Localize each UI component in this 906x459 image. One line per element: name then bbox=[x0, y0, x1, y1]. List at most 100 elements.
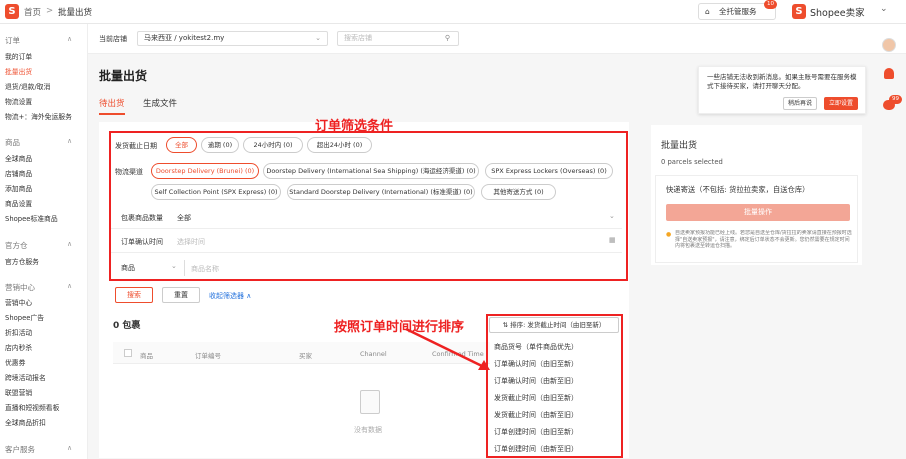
sidebar-item-add-product[interactable]: 添加商品 bbox=[5, 183, 32, 193]
deadline-all-pill[interactable]: 全部 bbox=[166, 137, 197, 153]
later-button[interactable]: 稍后再说 bbox=[783, 97, 817, 110]
bulk-ship-panel: 批量出货 0 parcels selected 快递寄送（不包括: 货拉拉卖家，… bbox=[651, 125, 862, 265]
setup-now-button[interactable]: 立即设置 bbox=[824, 97, 858, 110]
sidebar-item-marketing-center[interactable]: 营销中心 bbox=[5, 297, 32, 307]
shopee-seller-logo-icon: S bbox=[792, 4, 806, 19]
sort-option-confirm-new-old[interactable]: 订单确认时间（由新至旧） bbox=[494, 376, 578, 386]
select-all-checkbox[interactable] bbox=[124, 349, 132, 357]
store-bar: 当前店铺 马来西亚 / yokitest2.my ⌄ 搜索店铺 ⚲ bbox=[88, 24, 906, 54]
empty-state-text: 没有数据 bbox=[354, 426, 382, 434]
express-box: 快递寄送（不包括: 货拉拉卖家，自送仓库） 批量操作 ● 自送卖家预报功能已经上… bbox=[655, 175, 858, 263]
sidebar-item-global-discount[interactable]: 全球商品折扣 bbox=[5, 417, 46, 427]
sort-option-created-new-old[interactable]: 订单创建时间（由新至旧） bbox=[494, 444, 578, 454]
tab-generate-file[interactable]: 生成文件 bbox=[143, 97, 177, 109]
sidebar-item-warehouse-service[interactable]: 官方仓服务 bbox=[5, 256, 39, 266]
sidebar-item-campaigns[interactable]: 跨境活动报名 bbox=[5, 372, 46, 382]
chevron-down-icon: ⌄ bbox=[609, 212, 615, 220]
col-order-id: 订单编号 bbox=[195, 352, 221, 360]
sidebar-item-logistics-plus[interactable]: 物流+：海外免运服务 bbox=[5, 111, 72, 121]
sort-option-deadline-old-new[interactable]: 发货截止时间（由旧至新） bbox=[494, 393, 578, 403]
empty-document-icon bbox=[360, 390, 380, 414]
bulk-action-button[interactable]: 批量操作 bbox=[666, 204, 850, 221]
chevron-up-icon: ∧ bbox=[67, 240, 73, 248]
sidebar-group-marketing[interactable]: 营销中心 ∧ bbox=[5, 282, 72, 293]
sidebar-item-bulk-ship[interactable]: 批量出货 bbox=[5, 66, 32, 76]
chat-notification-popup: 一些店铺无法收到新消息。如果主账号需要在服务模式下接待买家，请打开聊天分配。 稍… bbox=[698, 66, 866, 114]
col-buyer: 买家 bbox=[299, 352, 312, 360]
sidebar-item-my-orders[interactable]: 我的订单 bbox=[5, 51, 32, 61]
sidebar-item-flash-sale[interactable]: 店内秒杀 bbox=[5, 342, 32, 352]
collapse-filter-link[interactable]: 收起筛选器 ∧ bbox=[209, 291, 251, 301]
sidebar-item-global-products[interactable]: 全球商品 bbox=[5, 153, 32, 163]
chevron-down-icon[interactable]: ⌄ bbox=[880, 4, 888, 14]
channel-brunei-pill[interactable]: Doorstep Delivery (Brunei) (0) bbox=[151, 163, 259, 179]
sort-option-confirm-old-new[interactable]: 订单确认时间（由旧至新） bbox=[494, 359, 578, 369]
annotation-arrow-icon bbox=[405, 327, 490, 370]
deadline-over-24h-pill[interactable]: 超出24小时 (0) bbox=[307, 137, 372, 153]
qty-filter-row[interactable]: 包裹商品数量 全部 ⌄ bbox=[111, 209, 622, 229]
search-button[interactable]: 搜索 bbox=[115, 287, 153, 303]
sidebar-item-live-video[interactable]: 直播和短视频看板 bbox=[5, 402, 59, 412]
sidebar-item-discounts[interactable]: 折扣活动 bbox=[5, 327, 32, 337]
col-channel: Channel bbox=[360, 350, 387, 358]
sidebar-item-returns[interactable]: 退货/退款/取消 bbox=[5, 81, 50, 91]
sort-option-sku[interactable]: 商品货号（单件商品优先） bbox=[494, 342, 578, 352]
warning-icon: ● bbox=[666, 231, 672, 238]
chevron-up-icon: ∧ bbox=[67, 137, 73, 145]
reset-button[interactable]: 重置 bbox=[162, 287, 200, 303]
sort-option-deadline-new-old[interactable]: 发货截止时间（由新至旧） bbox=[494, 410, 578, 420]
sort-option-created-old-new[interactable]: 订单创建时间（由旧至新） bbox=[494, 427, 578, 437]
bell-icon[interactable] bbox=[884, 68, 894, 79]
sidebar-group-customer-service[interactable]: 客户服务 ∧ bbox=[5, 444, 72, 455]
store-select[interactable]: 马来西亚 / yokitest2.my ⌄ bbox=[137, 31, 328, 46]
channel-sea-shipping-pill[interactable]: Doorstep Delivery (International Sea Shi… bbox=[263, 163, 479, 179]
sidebar: 订单 ∧ 我的订单 批量出货 退货/退款/取消 物流设置 物流+：海外免运服务 商… bbox=[0, 24, 88, 459]
shopee-logo-icon[interactable]: S bbox=[5, 4, 19, 19]
sort-options-menu: 商品货号（单件商品优先） 订单确认时间（由旧至新） 订单确认时间（由新至旧） 发… bbox=[490, 336, 620, 456]
calendar-icon[interactable]: ▦ bbox=[609, 236, 616, 244]
sidebar-item-shopee-ads[interactable]: Shopee广告 bbox=[5, 312, 44, 322]
parcel-count: 0 包裹 bbox=[113, 321, 141, 331]
search-icon[interactable]: ⚲ bbox=[445, 32, 450, 45]
sidebar-item-standard-products[interactable]: Shopee标准商品 bbox=[5, 213, 58, 223]
deadline-24h-pill[interactable]: 24小时内 (0) bbox=[243, 137, 303, 153]
sort-icon: ⇅ bbox=[502, 321, 511, 329]
store-search-input[interactable]: 搜索店铺 ⚲ bbox=[337, 31, 459, 46]
ship-deadline-label: 发货截止日期 bbox=[115, 142, 157, 150]
channel-spx-lockers-pill[interactable]: SPX Express Lockers (Overseas) (0) bbox=[485, 163, 613, 179]
channel-other-pill[interactable]: 其他寄送方式 (0) bbox=[481, 184, 556, 200]
sort-label: 排序: 发货截止时间（由旧至新） bbox=[510, 321, 606, 329]
tab-to-ship[interactable]: 待出货 bbox=[99, 97, 125, 115]
confirm-time-row[interactable]: 订单确认时间 选择时间 ▦ bbox=[111, 233, 622, 253]
chevron-down-icon: ⌄ bbox=[171, 262, 177, 270]
channel-self-collection-pill[interactable]: Self Collection Point (SPX Express) (0) bbox=[151, 184, 281, 200]
breadcrumb-current: 批量出货 bbox=[58, 8, 93, 18]
col-product: 商品 bbox=[140, 352, 153, 360]
chevron-up-icon: ∧ bbox=[67, 444, 73, 452]
qty-value: 全部 bbox=[177, 214, 191, 222]
channel-standard-doorstep-pill[interactable]: Standard Doorstep Delivery (Internationa… bbox=[287, 184, 475, 200]
sidebar-item-vouchers[interactable]: 优惠券 bbox=[5, 357, 25, 367]
notification-text: 一些店铺无法收到新消息。如果主账号需要在服务模式下接待买家，请打开聊天分配。 bbox=[707, 73, 857, 90]
selected-count: 0 parcels selected bbox=[661, 158, 723, 166]
managed-service-label: 全托管服务 bbox=[719, 7, 757, 16]
seller-center-title[interactable]: Shopee卖家 bbox=[810, 5, 865, 19]
sort-dropdown[interactable]: ⇅ 排序: 发货截止时间（由旧至新） bbox=[489, 317, 619, 333]
sidebar-item-affiliate[interactable]: 联盟营销 bbox=[5, 387, 32, 397]
deadline-overdue-pill[interactable]: 逾期 (0) bbox=[201, 137, 239, 153]
avatar[interactable] bbox=[882, 38, 896, 52]
chevron-up-icon: ∧ bbox=[67, 282, 73, 290]
breadcrumb-home[interactable]: 首页 bbox=[24, 6, 41, 18]
sidebar-group-orders[interactable]: 订单 ∧ bbox=[5, 35, 72, 46]
sidebar-item-shop-products[interactable]: 店铺商品 bbox=[5, 168, 32, 178]
store-search-placeholder: 搜索店铺 bbox=[344, 34, 372, 42]
self-delivery-note: 自送卖家预报功能已经上线。若您是自送至仓库/货拉拉的卖家请直接在预报时选择"自送… bbox=[675, 230, 852, 249]
sidebar-group-warehouse[interactable]: 官方仓 ∧ bbox=[5, 240, 72, 251]
product-type-select[interactable]: 商品 ⌄ bbox=[115, 260, 185, 276]
shop-icon: ⌂ bbox=[705, 7, 710, 16]
sidebar-group-products[interactable]: 商品 ∧ bbox=[5, 137, 72, 148]
sidebar-item-product-settings[interactable]: 商品设置 bbox=[5, 198, 32, 208]
product-name-input[interactable]: 商品名称 bbox=[191, 264, 219, 274]
sidebar-item-logistics[interactable]: 物流设置 bbox=[5, 96, 32, 106]
page-title: 批量出货 bbox=[99, 69, 148, 83]
